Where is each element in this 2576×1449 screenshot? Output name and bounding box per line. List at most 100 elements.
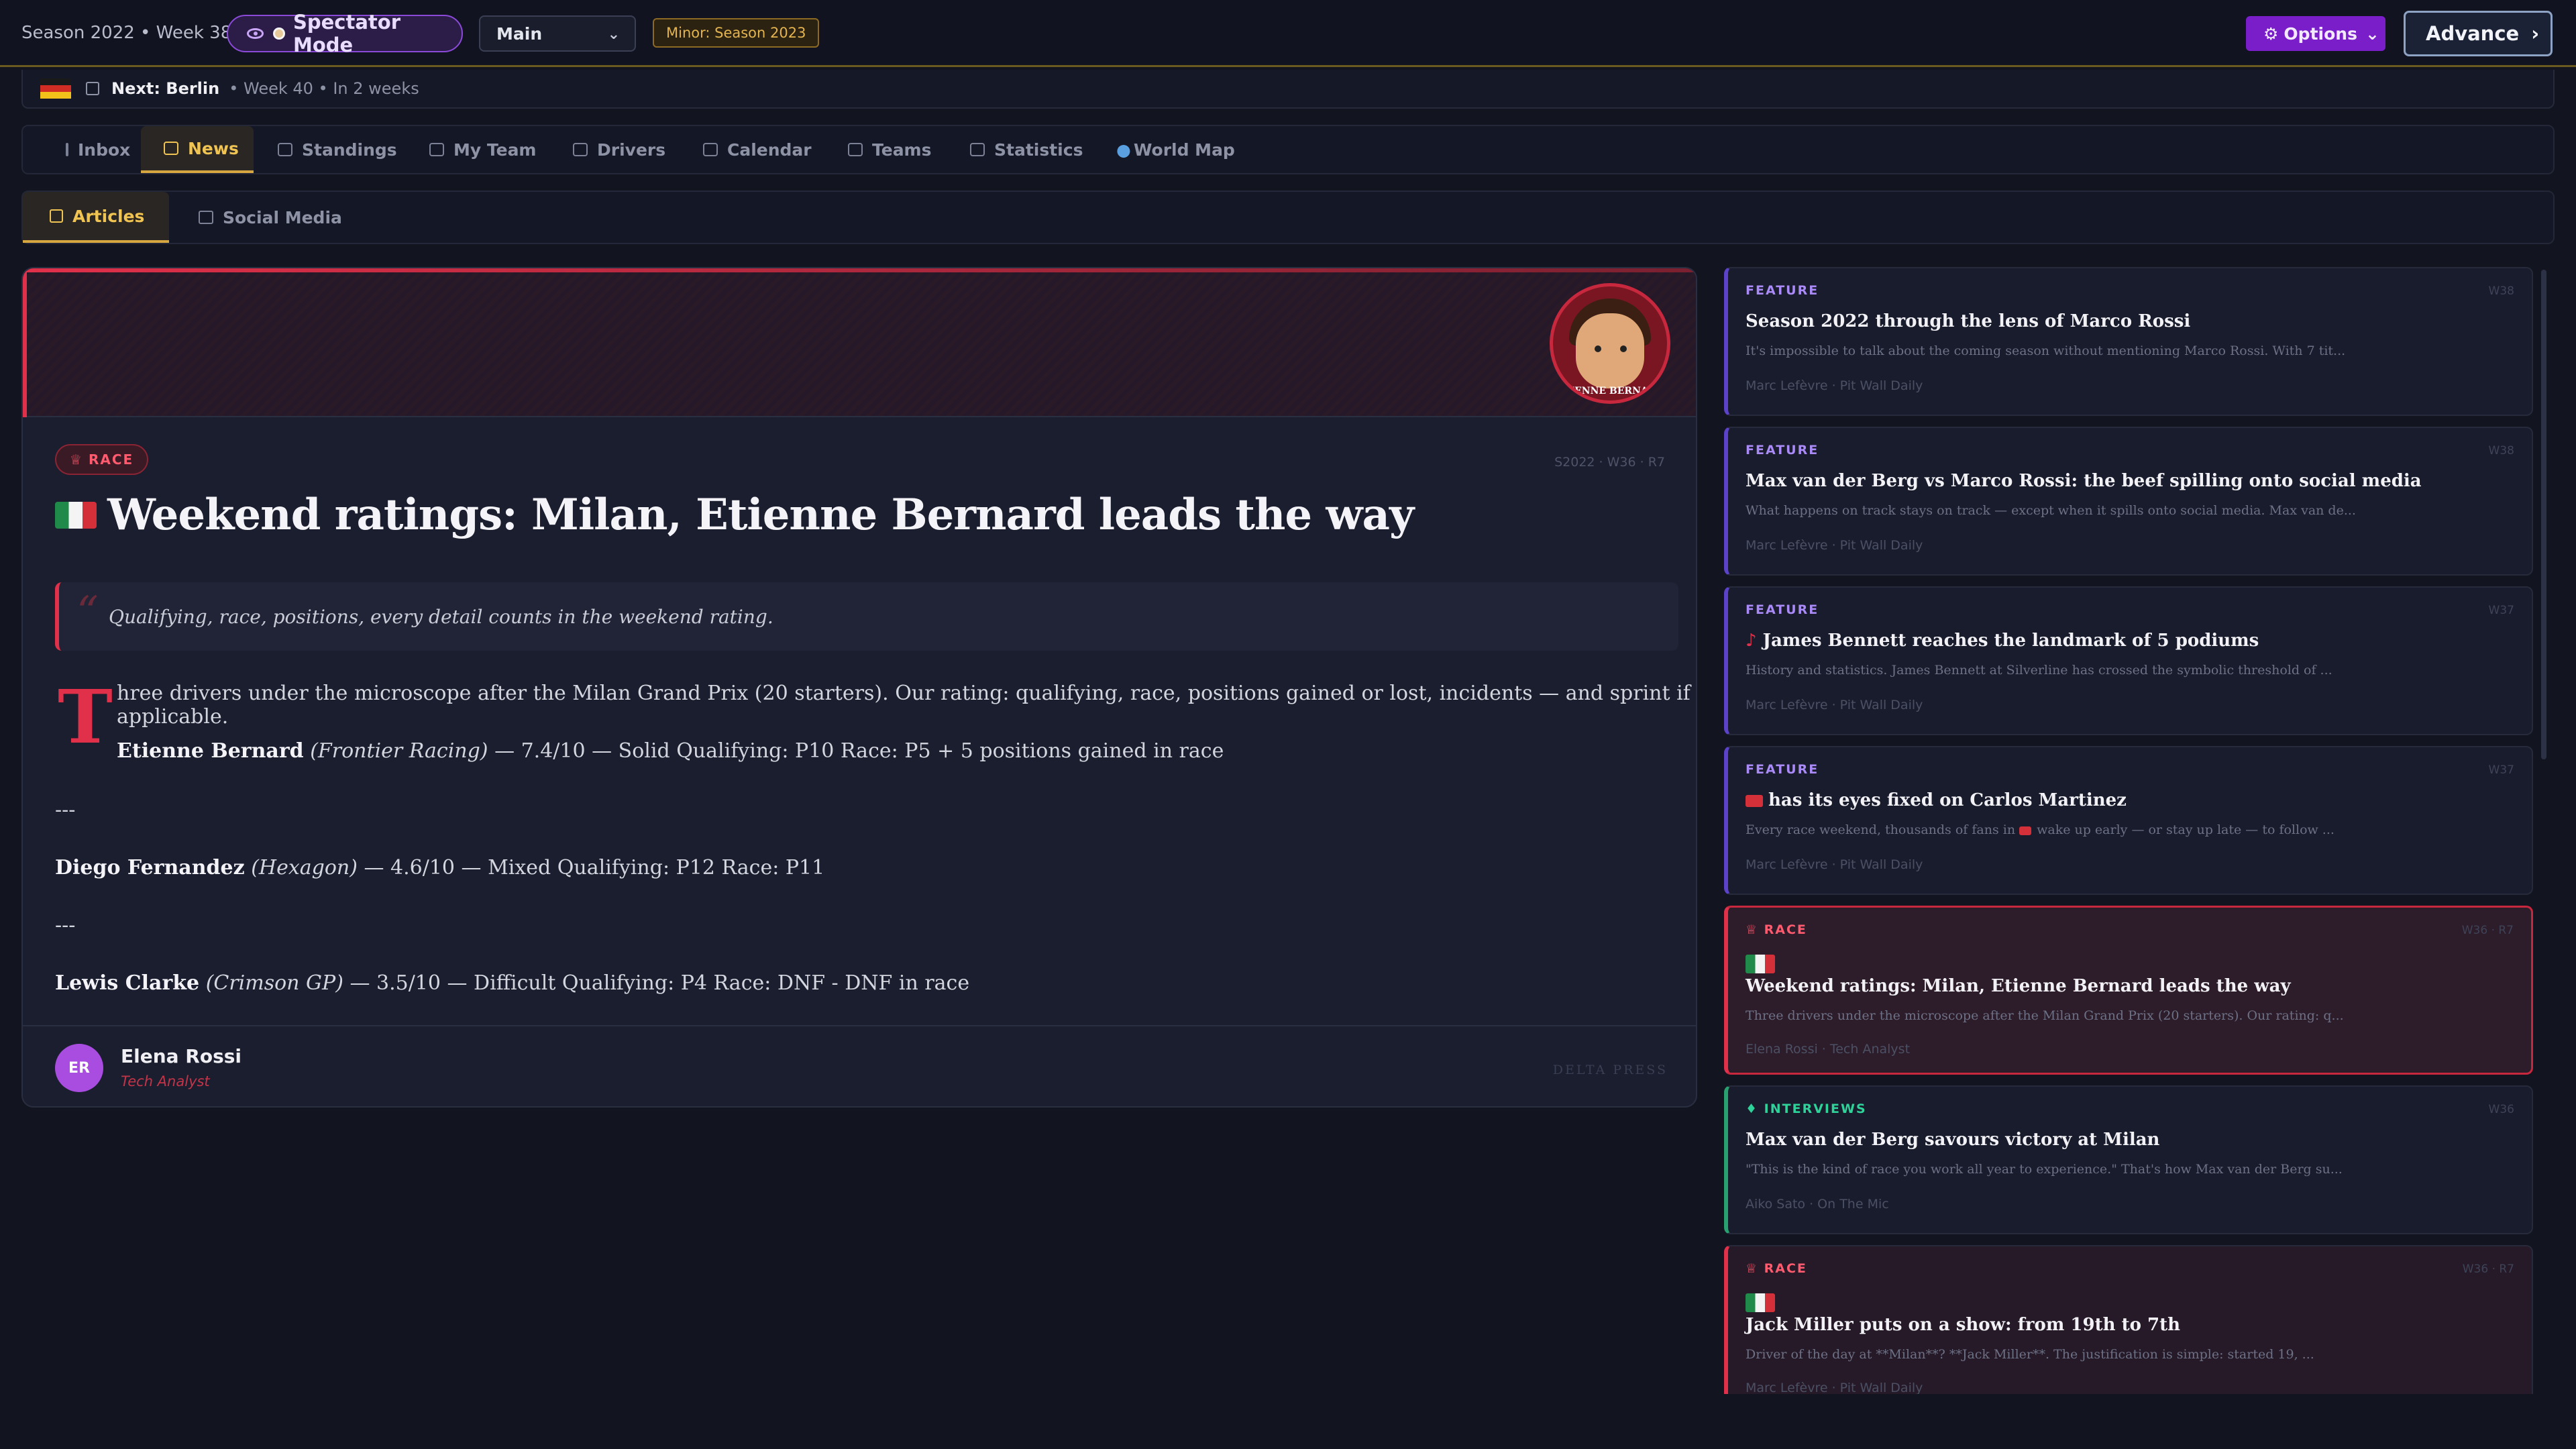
next-race-bar: Next: Berlin • Week 40 • In 2 weeks — [21, 70, 2555, 109]
guitar-icon: ♪ — [1746, 631, 1757, 651]
author-role: Tech Analyst — [121, 1073, 210, 1089]
germany-flag-icon — [40, 78, 71, 99]
tab-my-team[interactable]: My Team — [429, 126, 564, 173]
item-excerpt: It's impossible to talk about the coming… — [1746, 343, 2346, 358]
article-list-item[interactable]: ♦ INTERVIEWS W36 Max van der Berg savour… — [1724, 1085, 2533, 1234]
tab-label: World Map — [1133, 140, 1235, 160]
chevron-down-icon: ⌄ — [607, 26, 620, 43]
week-label: W36 · R7 — [2461, 924, 2514, 937]
item-source: Elena Rossi · Tech Analyst — [1746, 1042, 1911, 1057]
item-title: Jack Miller puts on a show: from 19th to… — [1746, 1315, 2180, 1335]
category-label: FEATURE — [1746, 283, 1819, 298]
wrench-icon — [848, 143, 863, 156]
article-list-item[interactable]: ♕ RACE W36 · R7 Jack Miller puts on a sh… — [1724, 1245, 2533, 1394]
options-button[interactable]: ⚙ Options ⌄ — [2246, 16, 2385, 51]
item-excerpt: Driver of the day at **Milan**? **Jack M… — [1746, 1347, 2314, 1362]
tab-drivers[interactable]: Drivers — [573, 126, 674, 173]
chat-icon — [199, 211, 213, 224]
week-label: W36 · R7 — [2462, 1263, 2514, 1276]
item-excerpt: "This is the kind of race you work all y… — [1746, 1162, 2343, 1177]
subtab-label: Articles — [72, 206, 145, 226]
week-label: W38 — [2488, 444, 2514, 458]
tab-standings[interactable]: Standings — [278, 126, 412, 173]
quote-icon: “ — [76, 588, 99, 637]
main-tabs: Inbox News Standings My Team Drivers Cal… — [21, 125, 2555, 174]
item-excerpt: Three drivers under the microscope after… — [1746, 1008, 2344, 1023]
item-excerpt: Every race weekend, thousands of fans in… — [1746, 822, 2334, 837]
item-title: Weekend ratings: Milan, Etienne Bernard … — [1746, 976, 2291, 996]
item-title: Max van der Berg vs Marco Rossi: the bee… — [1746, 471, 2422, 491]
subtab-articles[interactable]: Articles — [23, 192, 169, 243]
italy-flag-icon — [1746, 1293, 1775, 1315]
spectator-mode-button[interactable]: Spectator Mode — [227, 11, 463, 56]
tab-label: News — [188, 138, 239, 158]
driver-avatar: ETIENNE BERNARD — [1550, 283, 1670, 404]
item-source: Marc Lefèvre · Pit Wall Daily — [1746, 1381, 1923, 1394]
item-excerpt: What happens on track stays on track — e… — [1746, 503, 2356, 518]
trophy-icon: ♕ — [1746, 922, 1764, 937]
category-label: ♦ INTERVIEWS — [1746, 1102, 1867, 1116]
italy-flag-icon — [55, 501, 97, 529]
quote-text: Qualifying, race, positions, every detai… — [109, 605, 773, 628]
drop-cap: T — [58, 674, 113, 760]
globe-icon: ● — [1116, 140, 1131, 160]
bar-chart-icon — [970, 143, 985, 156]
trophy-icon: ♕ — [70, 451, 83, 468]
tab-label: Teams — [872, 140, 932, 160]
tab-calendar[interactable]: Calendar — [703, 126, 837, 173]
intro-text: hree drivers under the microscope after … — [117, 682, 1690, 729]
article-card: ETIENNE BERNARD ♕ RACE S2022 · W36 · R7 … — [21, 267, 1697, 1108]
tab-statistics[interactable]: Statistics — [970, 126, 1091, 173]
save-select-dropdown[interactable]: Main ⌄ — [479, 15, 636, 52]
tab-label: Standings — [302, 140, 397, 160]
tab-inbox[interactable]: Inbox — [43, 126, 130, 173]
tab-label: My Team — [453, 140, 537, 160]
tab-label: Calendar — [727, 140, 812, 160]
subtab-social-media[interactable]: Social Media — [199, 192, 353, 243]
tab-world-map[interactable]: ● World Map — [1116, 126, 1250, 173]
tab-news[interactable]: News — [141, 126, 254, 173]
top-bar: Season 2022 • Week 38 Spectator Mode Mai… — [0, 0, 2576, 67]
article-list-item[interactable]: FEATURE W38 Max van der Berg vs Marco Ro… — [1724, 427, 2533, 576]
author-name: Elena Rossi — [121, 1045, 242, 1067]
article-list-item[interactable]: FEATURE W37 has its eyes fixed on Carlos… — [1724, 746, 2533, 895]
outlet-name: DELTA PRESS — [1552, 1063, 1668, 1077]
advance-label: Advance — [2426, 22, 2520, 45]
advance-button[interactable]: Advance › — [2404, 11, 2553, 56]
item-source: Marc Lefèvre · Pit Wall Daily — [1746, 538, 1923, 553]
subtab-label: Social Media — [223, 207, 342, 227]
article-list-item-selected[interactable]: ♕ RACE W36 · R7 Weekend ratings: Milan, … — [1724, 906, 2533, 1075]
category-label: FEATURE — [1746, 443, 1819, 458]
separator: --- — [55, 914, 76, 937]
italy-flag-icon — [1746, 955, 1775, 976]
spectator-mode-label: Spectator Mode — [292, 11, 400, 56]
category-label: ♕ RACE — [1746, 1261, 1807, 1276]
microphone-icon: ♦ — [1746, 1102, 1764, 1116]
article-list: FEATURE W38 Season 2022 through the lens… — [1724, 267, 2542, 1394]
article-meta: S2022 · W36 · R7 — [1554, 455, 1665, 470]
separator: --- — [55, 798, 76, 822]
article-list-item[interactable]: FEATURE W37 ♪ James Bennett reaches the … — [1724, 586, 2533, 735]
newspaper-icon — [164, 142, 178, 155]
trophy-icon — [278, 143, 292, 156]
item-source: Aiko Sato · On The Mic — [1746, 1197, 1889, 1212]
tab-label: Drivers — [597, 140, 666, 160]
eye-icon — [247, 28, 264, 39]
category-label: ♕ RACE — [1746, 922, 1807, 937]
category-label: RACE — [88, 451, 134, 468]
category-label: FEATURE — [1746, 602, 1819, 617]
avatar-caption: ETIENNE BERNARD — [1556, 386, 1664, 396]
save-select-value: Main — [496, 23, 543, 44]
article-list-scrollbar[interactable] — [2541, 270, 2546, 759]
week-label: W37 — [2488, 763, 2514, 777]
article-headline: Weekend ratings: Milan, Etienne Bernard … — [55, 490, 1414, 540]
spectator-icon — [273, 28, 285, 40]
tab-teams[interactable]: Teams — [848, 126, 942, 173]
mail-icon — [66, 143, 68, 156]
season-week-label: Season 2022 • Week 38 — [21, 23, 232, 43]
article-list-item[interactable]: FEATURE W38 Season 2022 through the lens… — [1724, 267, 2533, 416]
canada-flag-icon — [1746, 795, 1763, 807]
next-race-label: Next: Berlin — [111, 79, 220, 98]
week-label: W38 — [2488, 284, 2514, 298]
gear-icon: ⚙ — [2263, 23, 2279, 44]
